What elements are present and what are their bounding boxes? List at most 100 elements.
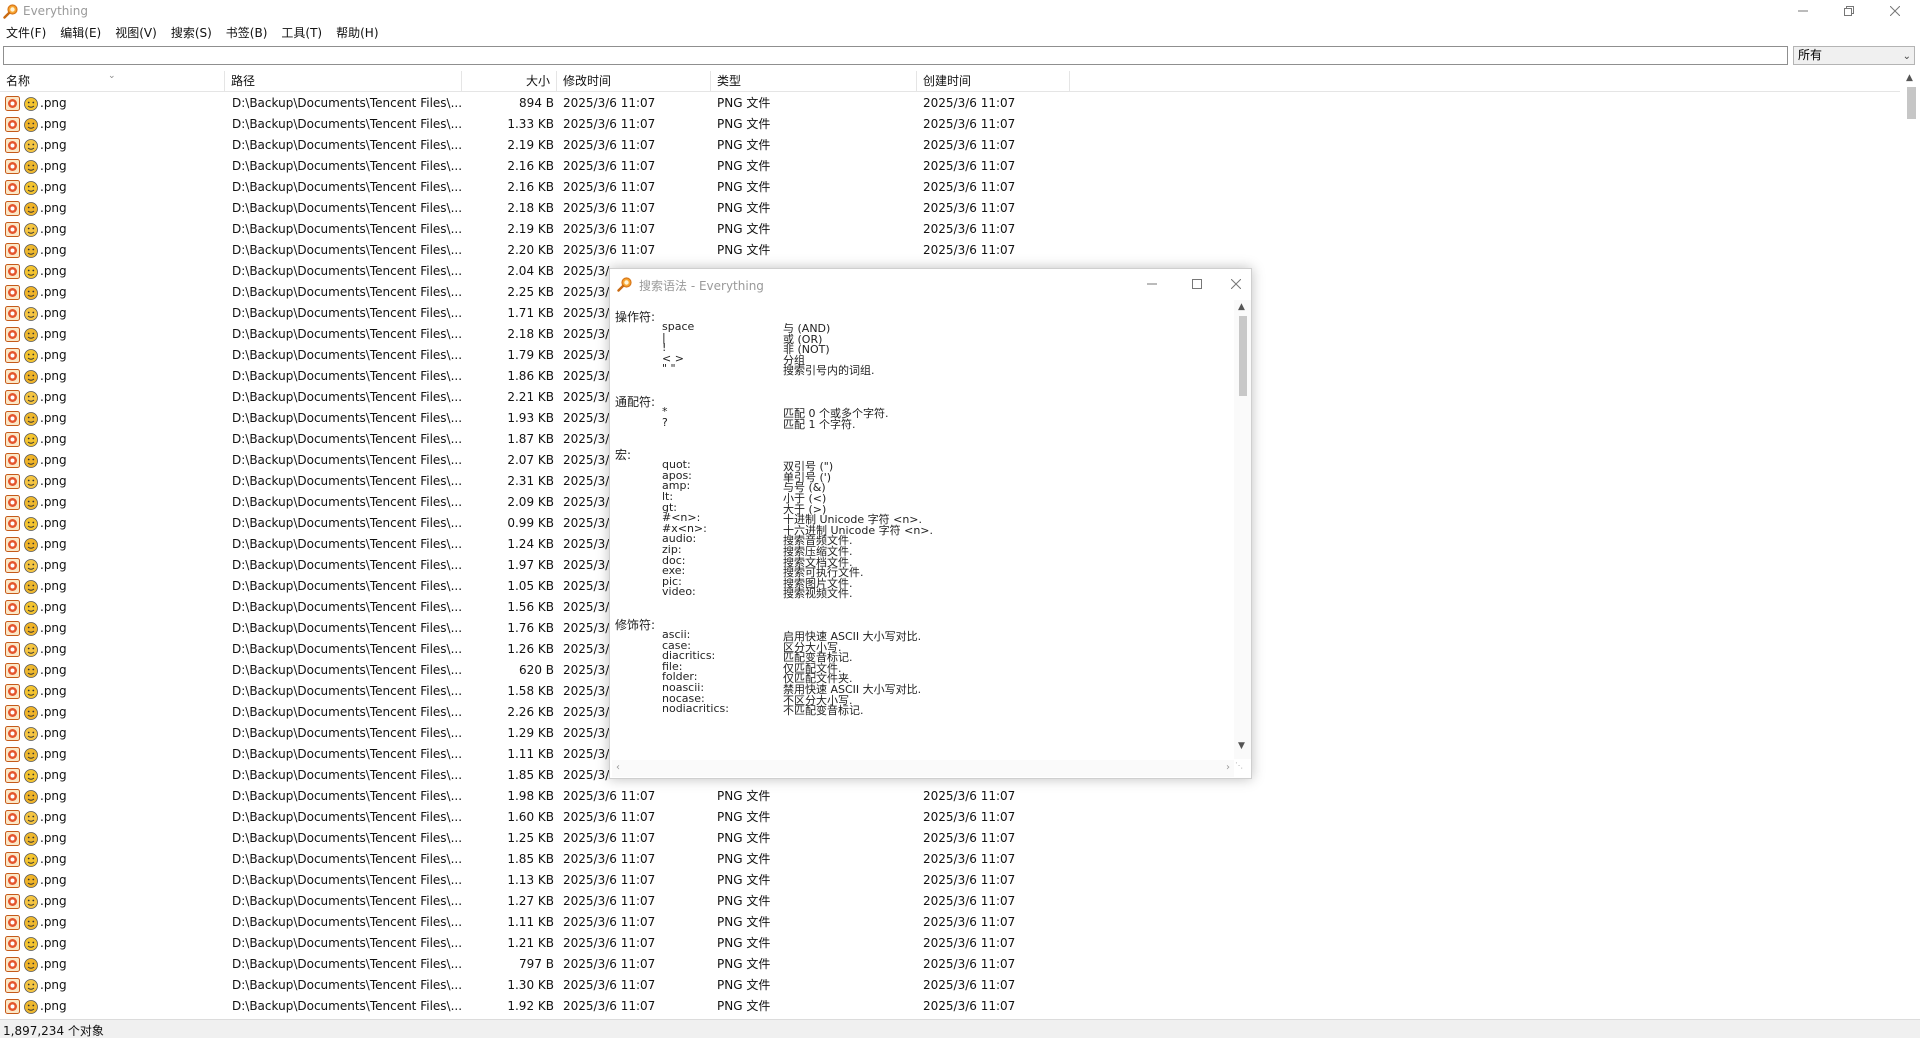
emoji-thumbnail-icon: [24, 390, 38, 405]
dialog-title: 搜索语法 - Everything: [639, 279, 764, 293]
cell-path: D:\Backup\Documents\Tencent Files\...: [232, 264, 463, 278]
resize-grip-icon[interactable]: ⋱: [1235, 761, 1249, 775]
cell-modified: 2025/3/: [563, 705, 610, 719]
menu-tools[interactable]: 工具(T): [281, 24, 322, 41]
column-header-name[interactable]: 名称 ⌄: [0, 71, 225, 92]
dialog-vertical-scrollbar[interactable]: ▲ ▼: [1234, 300, 1251, 759]
cell-name: .png: [5, 450, 67, 471]
file-name: .png: [40, 369, 67, 383]
cell-name: .png: [5, 597, 67, 618]
dialog-scrollbar-thumb[interactable]: [1239, 316, 1247, 396]
scroll-right-icon[interactable]: ›: [1226, 762, 1230, 773]
cell-size: 1.58 KB: [507, 684, 554, 698]
column-header-created[interactable]: 创建时间: [917, 71, 1070, 92]
file-name: .png: [40, 432, 67, 446]
table-row[interactable]: .png D:\Backup\Documents\Tencent Files\..…: [0, 975, 1900, 996]
dialog-maximize-button[interactable]: [1182, 273, 1212, 295]
cell-name: .png: [5, 660, 67, 681]
filter-dropdown[interactable]: 所有 ⌄: [1793, 46, 1915, 65]
scroll-up-icon[interactable]: ▲: [1238, 302, 1245, 312]
column-header-type[interactable]: 类型: [711, 71, 917, 92]
table-row[interactable]: .png D:\Backup\Documents\Tencent Files\..…: [0, 219, 1900, 240]
table-row[interactable]: .png D:\Backup\Documents\Tencent Files\..…: [0, 807, 1900, 828]
table-row[interactable]: .png D:\Backup\Documents\Tencent Files\..…: [0, 828, 1900, 849]
cell-size: 1.05 KB: [507, 579, 554, 593]
menu-help[interactable]: 帮助(H): [336, 24, 378, 41]
table-row[interactable]: .png D:\Backup\Documents\Tencent Files\..…: [0, 849, 1900, 870]
scroll-left-icon[interactable]: ‹: [616, 762, 620, 773]
menu-bookmarks[interactable]: 书签(B): [226, 24, 268, 41]
cell-modified: 2025/3/: [563, 537, 610, 551]
table-row[interactable]: .png D:\Backup\Documents\Tencent Files\..…: [0, 156, 1900, 177]
png-file-icon: [5, 348, 20, 363]
cell-modified: 2025/3/6 11:07: [563, 201, 656, 215]
png-file-icon: [5, 243, 20, 258]
file-name: .png: [40, 726, 67, 740]
table-row[interactable]: .png D:\Backup\Documents\Tencent Files\..…: [0, 912, 1900, 933]
scrollbar-thumb[interactable]: [1907, 87, 1916, 119]
png-file-icon: [5, 579, 20, 594]
emoji-thumbnail-icon: [24, 957, 38, 972]
cell-created: 2025/3/6 11:07: [923, 831, 1016, 845]
restore-button[interactable]: [1826, 0, 1872, 22]
table-row[interactable]: .png D:\Backup\Documents\Tencent Files\..…: [0, 786, 1900, 807]
dialog-minimize-button[interactable]: [1137, 273, 1167, 295]
cell-size: 1.60 KB: [507, 810, 554, 824]
cell-name: .png: [5, 702, 67, 723]
cell-size: 797 B: [519, 957, 554, 971]
syntax-section-title: 宏:: [615, 448, 632, 463]
table-row[interactable]: .png D:\Backup\Documents\Tencent Files\..…: [0, 870, 1900, 891]
close-button[interactable]: [1872, 0, 1918, 22]
restore-icon: [1844, 6, 1854, 16]
column-header-path[interactable]: 路径: [225, 71, 462, 92]
results-scrollbar[interactable]: ▲: [1902, 71, 1920, 1019]
menu-search[interactable]: 搜索(S): [171, 24, 212, 41]
emoji-thumbnail-icon: [24, 243, 38, 258]
file-name: .png: [40, 222, 67, 236]
column-header-modified[interactable]: 修改时间: [557, 71, 711, 92]
minimize-button[interactable]: [1780, 0, 1826, 22]
table-row[interactable]: .png D:\Backup\Documents\Tencent Files\..…: [0, 240, 1900, 261]
cell-name: .png: [5, 807, 67, 828]
cell-name: .png: [5, 387, 67, 408]
cell-created: 2025/3/6 11:07: [923, 873, 1016, 887]
dialog-close-button[interactable]: [1221, 273, 1251, 295]
table-row[interactable]: .png D:\Backup\Documents\Tencent Files\..…: [0, 996, 1900, 1017]
png-file-icon: [5, 390, 20, 405]
menu-view[interactable]: 视图(V): [115, 24, 157, 41]
emoji-thumbnail-icon: [24, 327, 38, 342]
cell-size: 1.24 KB: [507, 537, 554, 551]
table-row[interactable]: .png D:\Backup\Documents\Tencent Files\..…: [0, 114, 1900, 135]
search-input[interactable]: [3, 46, 1788, 65]
png-file-icon: [5, 852, 20, 867]
scroll-down-icon[interactable]: ▼: [1238, 741, 1245, 751]
table-row[interactable]: .png D:\Backup\Documents\Tencent Files\..…: [0, 177, 1900, 198]
cell-type: PNG 文件: [717, 138, 771, 152]
cell-size: 1.79 KB: [507, 348, 554, 362]
cell-modified: 2025/3/6 11:07: [563, 894, 656, 908]
menu-edit[interactable]: 编辑(E): [60, 24, 101, 41]
column-header-modified-label: 修改时间: [563, 74, 612, 88]
table-row[interactable]: .png D:\Backup\Documents\Tencent Files\..…: [0, 198, 1900, 219]
table-row[interactable]: .png D:\Backup\Documents\Tencent Files\..…: [0, 933, 1900, 954]
png-file-icon: [5, 411, 20, 426]
table-row[interactable]: .png D:\Backup\Documents\Tencent Files\..…: [0, 891, 1900, 912]
cell-size: 1.85 KB: [507, 852, 554, 866]
syntax-section-title: 通配符:: [615, 395, 656, 409]
cell-size: 1.56 KB: [507, 600, 554, 614]
table-row[interactable]: .png D:\Backup\Documents\Tencent Files\..…: [0, 135, 1900, 156]
search-row: 所有 ⌄: [0, 44, 1920, 68]
table-row[interactable]: .png D:\Backup\Documents\Tencent Files\..…: [0, 954, 1900, 975]
syntax-token: " ": [662, 362, 676, 376]
dialog-horizontal-scrollbar[interactable]: ‹ ›: [612, 760, 1234, 777]
emoji-thumbnail-icon: [24, 432, 38, 447]
menu-file[interactable]: 文件(F): [6, 24, 46, 41]
cell-size: 0.99 KB: [507, 516, 554, 530]
scroll-up-icon[interactable]: ▲: [1906, 73, 1913, 83]
cell-path: D:\Backup\Documents\Tencent Files\...: [232, 978, 463, 992]
column-header-size[interactable]: 大小: [462, 71, 557, 92]
table-row[interactable]: .png D:\Backup\Documents\Tencent Files\..…: [0, 93, 1900, 114]
cell-modified: 2025/3/: [563, 747, 610, 761]
cell-modified: 2025/3/: [563, 495, 610, 509]
emoji-thumbnail-icon: [24, 894, 38, 909]
